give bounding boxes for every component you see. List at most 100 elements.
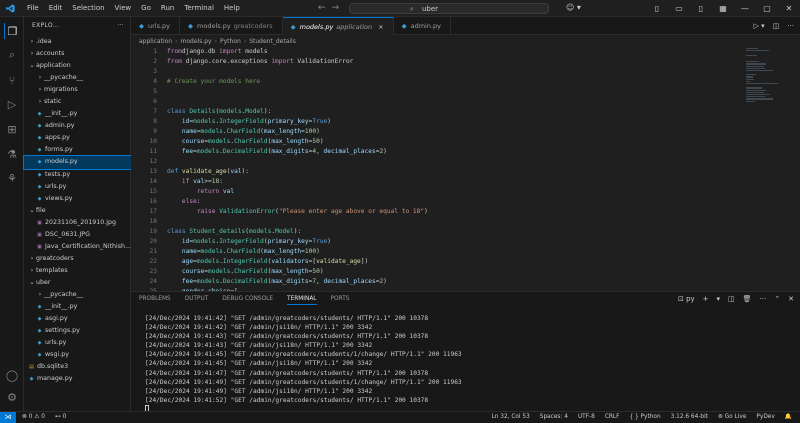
code-line[interactable]: [167, 97, 428, 107]
code-line[interactable]: class Details(models.Model):: [167, 107, 428, 117]
testing-icon[interactable]: ⚗: [4, 146, 20, 162]
tree-item[interactable]: › static: [24, 96, 131, 108]
terminal-shell[interactable]: ⊡ py: [678, 295, 695, 303]
code-line[interactable]: course=models.CharField(max_length=50): [167, 267, 428, 277]
code-line[interactable]: id=models.IntegerField(primary_key=True): [167, 237, 428, 247]
kill-terminal-icon[interactable]: 🗑: [743, 295, 752, 303]
toggle-secondary-sidebar-icon[interactable]: ▯: [690, 0, 712, 17]
tree-item[interactable]: ◆ __init__.py: [24, 108, 131, 120]
go-live-button[interactable]: ⊚ Go Live: [718, 412, 746, 423]
code-line[interactable]: age=models.IntegerField(validators=[vali…: [167, 257, 428, 267]
code-line[interactable]: def validate_age(val):: [167, 167, 428, 177]
tree-item[interactable]: › greatcoders: [24, 253, 131, 265]
account-icon[interactable]: ◯: [4, 367, 20, 383]
minimize-icon[interactable]: —: [734, 0, 756, 17]
cursor-position[interactable]: Ln 32, Col 53: [492, 412, 530, 423]
menu-item-edit[interactable]: Edit: [44, 0, 68, 17]
tree-item[interactable]: › migrations: [24, 84, 131, 96]
layout-icon[interactable]: ▦: [712, 0, 734, 17]
pydev-status[interactable]: PyDev: [756, 412, 774, 423]
code-line[interactable]: name=models.CharField(max_length=100): [167, 127, 428, 137]
encoding[interactable]: UTF-8: [578, 412, 595, 423]
tree-item[interactable]: ◆ urls.py: [24, 337, 131, 349]
panel-tab-ports[interactable]: PORTS: [331, 296, 350, 305]
source-control-icon[interactable]: ⑂: [4, 72, 20, 88]
tree-item[interactable]: ◆ views.py: [24, 193, 131, 205]
menu-item-file[interactable]: File: [22, 0, 44, 17]
close-tab-icon[interactable]: ×: [378, 23, 383, 31]
code-line[interactable]: course=models.CharField(max_length=50): [167, 137, 428, 147]
tree-item[interactable]: ◆ admin.py: [24, 120, 131, 132]
editor-tab[interactable]: ◆ models.py greatcoders: [180, 17, 283, 35]
add-terminal-icon[interactable]: +: [703, 295, 709, 303]
tree-item[interactable]: › accounts: [24, 48, 131, 60]
code-line[interactable]: from django.core.exceptions import Valid…: [167, 57, 428, 67]
code-lines[interactable]: fromdjango.db import models from django.c…: [167, 47, 428, 291]
panel-tab-problems[interactable]: PROBLEMS: [139, 296, 171, 305]
notifications-icon[interactable]: 🔔: [785, 412, 792, 423]
manage-gear-icon[interactable]: ⚙: [4, 389, 20, 405]
menu-item-help[interactable]: Help: [219, 0, 245, 17]
code-line[interactable]: raise ValidationError("Please enter age …: [167, 207, 428, 217]
run-debug-icon[interactable]: ▷: [4, 96, 20, 112]
code-line[interactable]: name=models.CharField(max_length=100): [167, 247, 428, 257]
problems-status[interactable]: ⊗ 0 ⚠ 0: [22, 412, 45, 423]
code-line[interactable]: return val: [167, 187, 428, 197]
tree-item[interactable]: ▣ Java_Certification_Nithish...: [24, 241, 131, 253]
maximize-icon[interactable]: ▢: [756, 0, 778, 17]
tree-item[interactable]: ◆ forms.py: [24, 144, 131, 156]
minimap[interactable]: [746, 47, 786, 117]
tree-item[interactable]: ◆ __init__.py: [24, 301, 131, 313]
tree-item[interactable]: ▣ 20231106_201910.jpg: [24, 217, 131, 229]
code-editor[interactable]: 1234567891011121314151617181920212223242…: [131, 47, 800, 291]
tree-item[interactable]: ◆ wsgi.py: [24, 349, 131, 361]
code-line[interactable]: id=models.IntegerField(primary_key=True): [167, 117, 428, 127]
editor-tab[interactable]: ◆ models.py application ×: [282, 17, 394, 35]
tree-item[interactable]: ◆ tests.py: [24, 169, 131, 181]
command-center-search[interactable]: ⌕ uber: [349, 3, 549, 14]
tree-item[interactable]: ◆ manage.py: [24, 373, 131, 385]
code-line[interactable]: # Create your models here: [167, 77, 428, 87]
close-panel-icon[interactable]: ✕: [788, 295, 794, 303]
tree-item[interactable]: ◆ apps.py: [24, 132, 131, 144]
tree-item[interactable]: › templates: [24, 265, 131, 277]
terminal-dropdown-icon[interactable]: ▾: [717, 295, 721, 303]
code-line[interactable]: [167, 157, 428, 167]
split-editor-icon[interactable]: ◫: [773, 17, 780, 35]
tree-item[interactable]: › __pycache__: [24, 72, 131, 84]
explorer-icon[interactable]: ❐: [4, 23, 20, 39]
menu-item-terminal[interactable]: Terminal: [179, 0, 219, 17]
tree-item[interactable]: ◆ settings.py: [24, 325, 131, 337]
panel-tab-output[interactable]: OUTPUT: [185, 296, 209, 305]
tree-item[interactable]: ▣ DSC_0631.JPG: [24, 229, 131, 241]
editor-tab[interactable]: ◆ admin.py: [394, 17, 452, 35]
terminal-output[interactable]: [24/Dec/2024 19:41:42] "GET /admin/great…: [145, 314, 462, 414]
ports-status[interactable]: ⊷ 0: [55, 412, 66, 423]
search-view-icon[interactable]: ⌕: [4, 47, 20, 63]
code-line[interactable]: fee=models.DecimalField(max_digits=7, de…: [167, 277, 428, 287]
toggle-sidebar-icon[interactable]: ▯: [646, 0, 668, 17]
extensions-icon[interactable]: ⊞: [4, 121, 20, 137]
panel-tab-debug-console[interactable]: DEBUG CONSOLE: [222, 296, 273, 305]
tree-item[interactable]: ◆ asgi.py: [24, 313, 131, 325]
menu-item-selection[interactable]: Selection: [67, 0, 109, 17]
breadcrumb-item[interactable]: application: [139, 36, 172, 47]
tree-item[interactable]: › __pycache__: [24, 289, 131, 301]
code-line[interactable]: if val>=18:: [167, 177, 428, 187]
python-icon[interactable]: ⚘: [4, 170, 20, 186]
breadcrumb-item[interactable]: models.py: [181, 36, 212, 47]
code-line[interactable]: fee=models.DecimalField(max_digits=4, de…: [167, 147, 428, 157]
remote-indicator-icon[interactable]: ⋊: [0, 412, 16, 423]
forward-arrow-icon[interactable]: →: [332, 3, 340, 13]
editor-scrollbar[interactable]: [788, 47, 798, 291]
more-icon[interactable]: ···: [787, 17, 794, 35]
tree-item[interactable]: ⌄application: [24, 60, 131, 72]
end-of-line[interactable]: CRLF: [605, 412, 620, 423]
tree-item[interactable]: ◆ models.py: [23, 155, 132, 170]
code-line[interactable]: [167, 67, 428, 77]
panel-tab-terminal[interactable]: TERMINAL: [287, 296, 317, 305]
menu-item-view[interactable]: View: [110, 0, 137, 17]
menu-item-run[interactable]: Run: [156, 0, 179, 17]
breadcrumb-item[interactable]: Student_details: [249, 36, 296, 47]
breadcrumb-item[interactable]: Python: [220, 36, 241, 47]
